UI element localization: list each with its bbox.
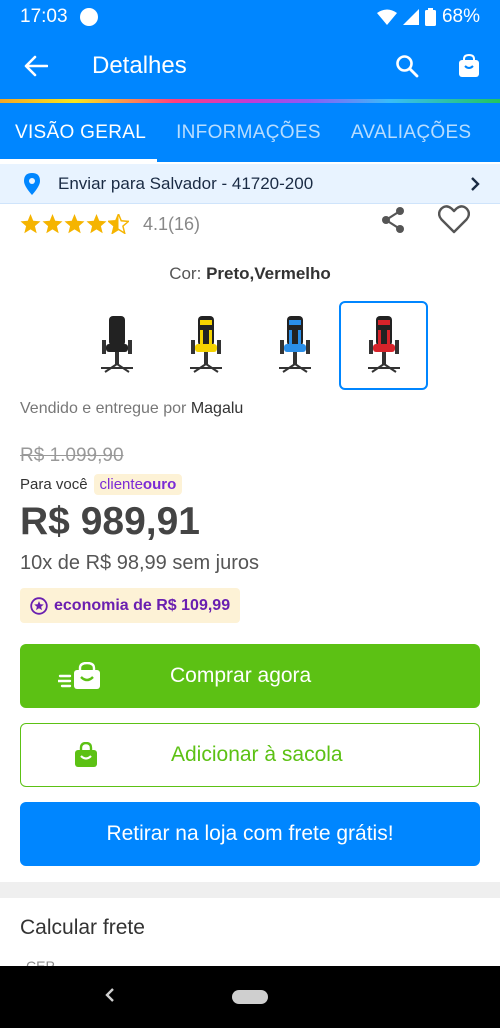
- notification-dot-icon: [79, 7, 98, 26]
- fast-bag-icon: [58, 662, 100, 689]
- savings-badge: economia de R$ 109,99: [20, 588, 241, 623]
- store-pickup-button[interactable]: Retirar na loja com frete grátis!: [20, 802, 480, 866]
- favorite-heart-icon[interactable]: [438, 204, 470, 234]
- section-divider: [0, 882, 500, 898]
- cliente-ouro-badge: clienteouro: [93, 474, 183, 495]
- installments-text: 10x de R$ 98,99 sem juros: [20, 552, 260, 574]
- star-icon: [20, 214, 41, 234]
- battery-icon: [424, 7, 436, 26]
- color-label: Cor: Preto,Vermelho: [169, 264, 331, 283]
- tab-informacoes[interactable]: INFORMAÇÕES: [161, 103, 336, 162]
- arrow-left-icon: [24, 55, 48, 77]
- current-price: R$ 989,91: [20, 500, 200, 543]
- chair-red-image: [367, 315, 400, 373]
- section-tabs: VISÃO GERAL INFORMAÇÕES AVALIAÇÕES C: [0, 103, 500, 162]
- tab-avaliacoes[interactable]: AVALIAÇÕES: [336, 103, 487, 162]
- location-pin-icon: [24, 172, 40, 195]
- color-option-red-selected[interactable]: [339, 301, 428, 390]
- star-half-icon: [108, 214, 129, 234]
- tab-more[interactable]: C: [486, 103, 500, 162]
- rating-value[interactable]: 4.1(16): [143, 214, 200, 235]
- tab-visao-geral[interactable]: VISÃO GERAL: [0, 103, 161, 162]
- seller-name[interactable]: Magalu: [191, 400, 243, 417]
- shopping-bag-icon: [75, 742, 97, 767]
- nav-back-icon[interactable]: [104, 986, 116, 1004]
- shipping-address-text: Enviar para Salvador - 41720-200: [58, 173, 314, 193]
- share-icon[interactable]: [380, 206, 406, 234]
- color-options: [72, 301, 428, 390]
- chevron-right-icon: [471, 176, 480, 191]
- back-button[interactable]: [0, 33, 72, 99]
- seller-info: Vendido e entregue por Magalu: [20, 400, 244, 417]
- add-to-bag-button[interactable]: Adicionar à sacola: [20, 723, 480, 787]
- rating-row: 4.1(16): [0, 204, 500, 244]
- selected-color-value: Preto,Vermelho: [206, 264, 331, 283]
- signal-icon: [402, 8, 419, 25]
- rating-stars: [20, 214, 129, 234]
- star-circle-icon: [30, 596, 48, 615]
- old-price: R$ 1.099,90: [20, 445, 124, 466]
- shipping-address-bar[interactable]: Enviar para Salvador - 41720-200: [0, 164, 500, 204]
- system-nav-bar: [0, 966, 500, 1028]
- status-bar: 17:03 68%: [0, 0, 500, 33]
- chair-black-image: [100, 315, 133, 373]
- shopping-bag-icon: [459, 54, 479, 77]
- star-icon: [64, 214, 85, 234]
- chair-yellow-image: [189, 315, 222, 373]
- buy-now-button[interactable]: Comprar agora: [20, 644, 480, 708]
- color-option-black[interactable]: [72, 301, 161, 390]
- wifi-icon: [376, 9, 397, 25]
- chair-blue-image: [278, 315, 311, 373]
- page-title: Detalhes: [92, 52, 187, 79]
- search-button[interactable]: [376, 33, 438, 99]
- cart-button[interactable]: [438, 33, 500, 99]
- app-bar: Detalhes: [0, 33, 500, 99]
- star-icon: [42, 214, 63, 234]
- for-you-row: Para você clienteouro: [20, 474, 183, 495]
- status-time: 17:03: [20, 5, 68, 27]
- search-icon: [396, 55, 419, 78]
- star-icon: [86, 214, 107, 234]
- product-details-screen: 17:03 68% Detalhes VISÃO GERAL INFORMAÇÕ…: [0, 0, 500, 1028]
- battery-level: 68%: [441, 5, 480, 27]
- nav-home-pill[interactable]: [232, 990, 268, 1004]
- color-option-yellow[interactable]: [161, 301, 250, 390]
- shipping-calc-title: Calcular frete: [20, 916, 145, 939]
- color-option-blue[interactable]: [250, 301, 339, 390]
